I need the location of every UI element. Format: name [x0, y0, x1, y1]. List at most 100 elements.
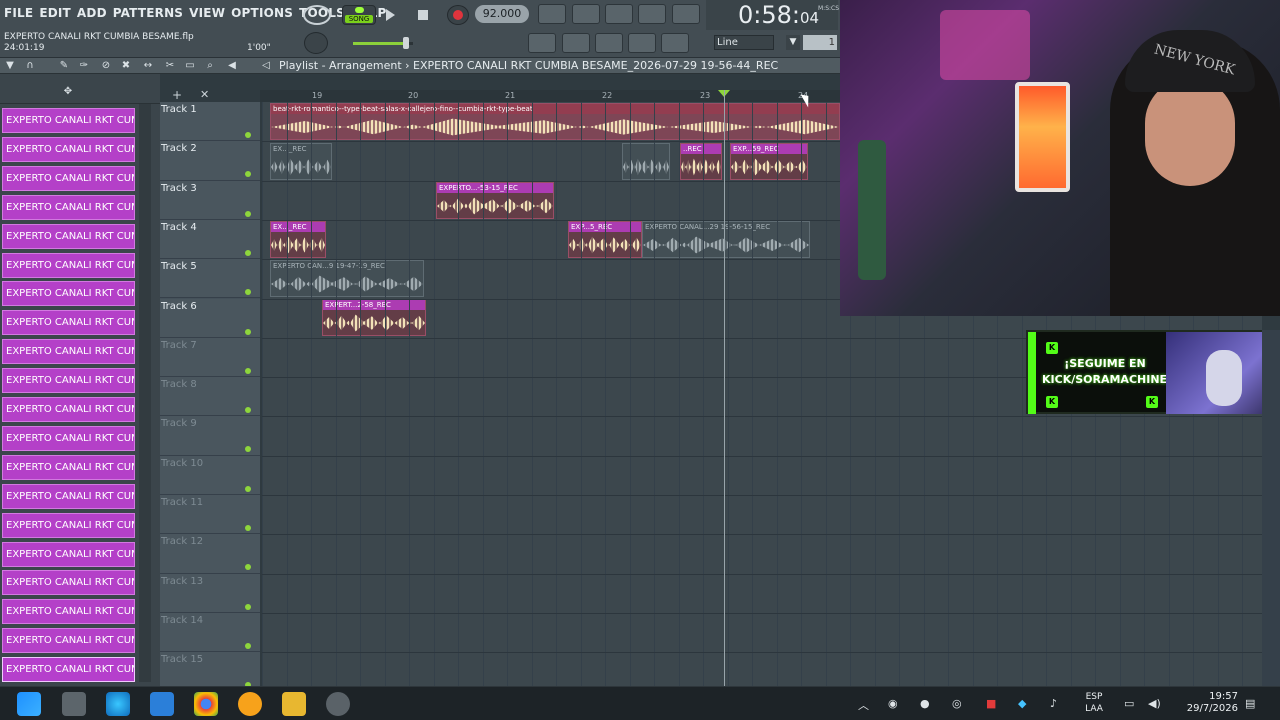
task-view-icon[interactable] [62, 692, 86, 716]
audio-clip[interactable]: beat-rkt-romantico--type-beat-salas-x-ca… [270, 103, 840, 140]
master-volume-handle[interactable] [403, 37, 409, 49]
track-mute-led[interactable] [245, 289, 251, 296]
track-header[interactable]: Track 1 [160, 102, 260, 142]
timeline-ruler[interactable]: 19 20 21 22 23 24 [260, 90, 840, 102]
pattern-item[interactable]: EXPERTO CANALI RKT CUM... [2, 310, 135, 336]
track-mute-led[interactable] [245, 485, 251, 492]
track-mute-led[interactable] [245, 603, 251, 610]
magnet-icon[interactable]: ∩ [24, 60, 36, 72]
picker-scrollbar[interactable] [139, 104, 151, 682]
menu-options[interactable]: OPTIONS [231, 6, 293, 20]
tempo-display[interactable]: 92.000 [475, 5, 529, 23]
track-header[interactable]: Track 12 [160, 534, 260, 574]
crosshair-icon[interactable]: ✥ [62, 86, 74, 98]
pattern-song-loop-icon[interactable] [303, 5, 331, 25]
track-mute-led[interactable] [245, 525, 251, 531]
countdown-icon[interactable] [605, 4, 633, 24]
pattern-item[interactable]: EXPERTO CANALI RKT CUM... [2, 368, 135, 394]
pattern-item[interactable]: EXPERTO CANALI RKT CUM... [2, 425, 135, 451]
mute-icon[interactable]: ✖ [120, 60, 132, 72]
tray-chevron-up-icon[interactable]: ︿ [858, 697, 869, 713]
track-mute-led[interactable] [245, 446, 251, 453]
audio-clip[interactable]: EXPERTO CAN...9 19-47-19_REC [270, 260, 424, 297]
pattern-item[interactable]: EXPERTO CANALI RKT CUM... [2, 223, 135, 249]
audio-clip[interactable]: EXP...59_REC [730, 143, 808, 180]
tray-app-icon[interactable]: ◉ [888, 697, 898, 710]
track-header[interactable]: Track 9 [160, 416, 260, 456]
system-clock[interactable]: 19:57 29/7/2026 [1178, 691, 1238, 715]
menu-file[interactable]: FILE [4, 6, 33, 20]
menu-add[interactable]: ADD [77, 6, 107, 20]
edge-browser-icon[interactable] [106, 692, 130, 716]
metronome-icon[interactable] [538, 4, 566, 24]
track-header[interactable]: Track 7 [160, 337, 260, 378]
menu-edit[interactable]: EDIT [39, 6, 71, 20]
steam-icon[interactable]: ◎ [952, 697, 962, 710]
pattern-item[interactable]: EXPERTO CANALI RKT CUM... [2, 483, 135, 509]
volume-icon[interactable]: ◀) [1148, 697, 1161, 710]
audio-clip[interactable]: EX..._REC [270, 221, 326, 258]
playback-icon[interactable]: ◀ [226, 60, 238, 72]
menu-patterns[interactable]: PATTERNS [113, 6, 183, 20]
pattern-item[interactable]: EXPERTO CANALI RKT CUM... [2, 136, 135, 162]
text-editor-icon[interactable] [150, 692, 174, 716]
audio-clip[interactable]: ..REC [680, 143, 722, 180]
track-header[interactable]: Track 4 [160, 219, 260, 260]
track-header[interactable]: Track 6 [160, 298, 260, 338]
step-edit-icon[interactable] [638, 4, 666, 24]
slip-icon[interactable]: ↔ [142, 60, 154, 72]
pattern-item[interactable]: EXPERTO CANALI RKT CUM... [2, 397, 135, 422]
pattern-item[interactable]: EXPERTO CANALI RKT CUM... [2, 512, 135, 538]
options-arrow-icon[interactable]: ▼ [4, 60, 16, 72]
chrome-icon[interactable] [194, 692, 218, 716]
track-header[interactable]: Track 8 [160, 377, 260, 417]
track-header[interactable]: Track 3 [160, 180, 260, 220]
plugin-picker-icon[interactable] [595, 33, 623, 53]
fl-studio-icon[interactable] [238, 692, 262, 716]
wait-for-input-icon[interactable] [572, 4, 600, 24]
pencil-icon[interactable]: ✎ [58, 60, 70, 72]
pattern-number-box[interactable]: 1 [803, 35, 837, 50]
language-indicator[interactable]: ESP LAA [1082, 691, 1106, 715]
obs-icon[interactable] [326, 692, 350, 716]
track-mute-led[interactable] [245, 407, 251, 414]
audio-clip[interactable]: EXPERTO CANAL...29 19-56-15_REC [642, 221, 810, 258]
song-mode-toggle[interactable]: SONG [342, 5, 376, 25]
brush-icon[interactable]: ✑ [78, 60, 90, 72]
pattern-item[interactable]: EXPERTO CANALI RKT CUM... [2, 541, 135, 567]
network-icon[interactable]: ▭ [1124, 697, 1134, 710]
pattern-item[interactable]: EXPERTO CANALI RKT CUM... [2, 339, 135, 365]
close-icon[interactable]: ✕ [200, 88, 209, 101]
master-pitch-knob[interactable] [304, 32, 328, 54]
audio-clip[interactable]: EXPERTO...-53-15_REC [436, 182, 554, 219]
tray-app-icon[interactable]: ◆ [1018, 697, 1026, 710]
track-mute-led[interactable] [245, 642, 251, 649]
track-mute-led[interactable] [245, 210, 251, 217]
record-button[interactable] [447, 5, 469, 25]
add-track-icon[interactable]: + [172, 88, 182, 102]
audio-clip[interactable]: EX..._REC [270, 143, 332, 180]
pattern-item[interactable]: EXPERTO CANALI RKT CUM... [2, 454, 135, 480]
file-explorer-icon[interactable] [282, 692, 306, 716]
tray-app-icon[interactable]: ■ [986, 697, 996, 710]
pattern-item[interactable]: EXPERTO CANALI RKT CUM... [2, 194, 135, 220]
menu-view[interactable]: VIEW [189, 6, 225, 20]
pattern-item[interactable]: EXPERTO CANALI RKT CUM... [2, 108, 135, 133]
stop-icon[interactable] [418, 10, 428, 20]
play-icon[interactable] [386, 9, 395, 21]
track-header[interactable]: Track 14 [160, 612, 260, 653]
loop-record-icon[interactable] [672, 4, 700, 24]
microphone-icon[interactable]: ♪ [1050, 697, 1057, 710]
windows-start-icon[interactable] [17, 692, 41, 716]
pattern-item[interactable]: EXPERTO CANALI RKT CUM... [2, 599, 135, 625]
pattern-item[interactable]: EXPERTO CANALI RKT CUM... [2, 657, 135, 683]
piano-roll-icon[interactable] [528, 33, 556, 53]
zoom-icon[interactable]: ⌕ [204, 60, 216, 72]
track-header[interactable]: Track 2 [160, 141, 260, 181]
track-mute-led[interactable] [245, 171, 251, 178]
track-header[interactable]: Track 10 [160, 455, 260, 495]
pattern-item[interactable]: EXPERTO CANALI RKT CUM... [2, 281, 135, 307]
audio-clip[interactable]: EXPERT...2-58_REC [322, 299, 426, 336]
track-header[interactable]: Track 5 [160, 259, 260, 299]
notifications-icon[interactable]: ▤ [1245, 697, 1255, 710]
